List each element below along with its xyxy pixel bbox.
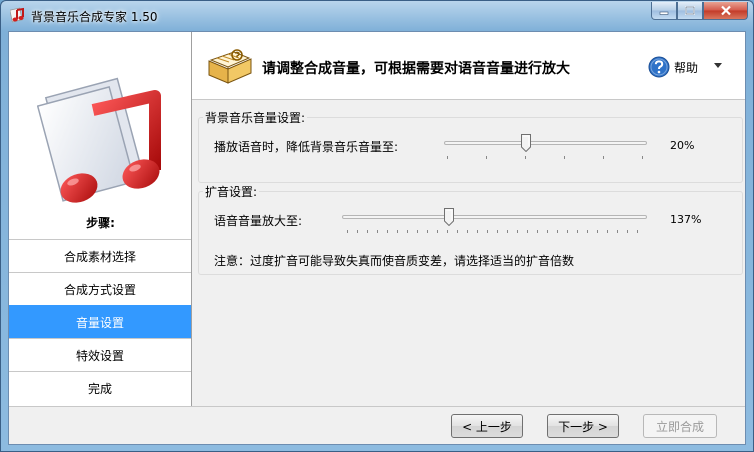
help-button[interactable]: 帮助	[648, 56, 698, 78]
minimize-icon	[659, 11, 669, 15]
bg-music-slider-ticks	[447, 156, 643, 159]
app-window: 背景音乐合成专家 1.50 步骤: 合成素材选择 合成方式设置 音量设置 特效设…	[0, 0, 754, 452]
bg-music-slider-thumb[interactable]	[521, 134, 531, 152]
step-item-volume[interactable]: 音量设置	[9, 305, 191, 338]
music-note-logo-icon	[37, 77, 161, 203]
bg-music-group-label: 背景音乐音量设置:	[203, 109, 308, 126]
next-step-button[interactable]: 下一步 >	[547, 414, 619, 438]
amplify-slider-thumb[interactable]	[444, 208, 454, 226]
prev-step-button[interactable]: < 上一步	[451, 414, 523, 438]
music-note-icon	[10, 7, 24, 23]
help-question-icon	[648, 56, 670, 78]
instruction-text: 请调整合成音量，可根据需要对语音音量进行放大	[262, 61, 570, 77]
close-button[interactable]	[703, 2, 748, 20]
minimize-button[interactable]	[651, 2, 677, 20]
step-item-method[interactable]: 合成方式设置	[9, 272, 191, 305]
bg-music-value: 20%	[670, 139, 695, 152]
compose-now-button[interactable]: 立即合成	[643, 414, 717, 438]
help-dropdown-arrow-icon[interactable]	[714, 63, 722, 68]
step-item-effects[interactable]: 特效设置	[9, 338, 191, 371]
wizard-sidebar: 步骤: 合成素材选择 合成方式设置 音量设置 特效设置 完成	[9, 32, 192, 406]
amplify-slider-ticks	[347, 230, 638, 233]
close-icon	[720, 5, 731, 16]
maximize-icon	[685, 5, 695, 15]
amplify-slider-track[interactable]	[342, 215, 647, 219]
step-item-finish[interactable]: 完成	[9, 371, 191, 404]
amplify-value: 137%	[670, 213, 702, 226]
window-title: 背景音乐合成专家 1.50	[31, 10, 158, 24]
steps-title: 步骤:	[86, 216, 115, 230]
maximize-button[interactable]	[677, 2, 703, 20]
step-item-material[interactable]: 合成素材选择	[9, 239, 191, 272]
book-icon	[208, 49, 252, 84]
amplify-group-label: 扩音设置:	[203, 183, 260, 200]
amplify-slider-label: 语音音量放大至:	[214, 214, 303, 228]
wizard-footer: < 上一步 下一步 > 立即合成	[9, 406, 745, 444]
client-area: 步骤: 合成素材选择 合成方式设置 音量设置 特效设置 完成 请调整合成音量，可…	[8, 31, 746, 445]
title-bar[interactable]: 背景音乐合成专家 1.50	[1, 1, 753, 31]
bg-music-slider-label: 播放语音时，降低背景音乐音量至:	[214, 140, 399, 154]
page-header: 请调整合成音量，可根据需要对语音音量进行放大 帮助	[192, 32, 745, 100]
bg-music-slider-track[interactable]	[444, 141, 647, 145]
amplify-note: 注意：过度扩音可能导致失真而使音质变差，请选择适当的扩音倍数	[214, 254, 575, 268]
help-label: 帮助	[674, 60, 699, 75]
